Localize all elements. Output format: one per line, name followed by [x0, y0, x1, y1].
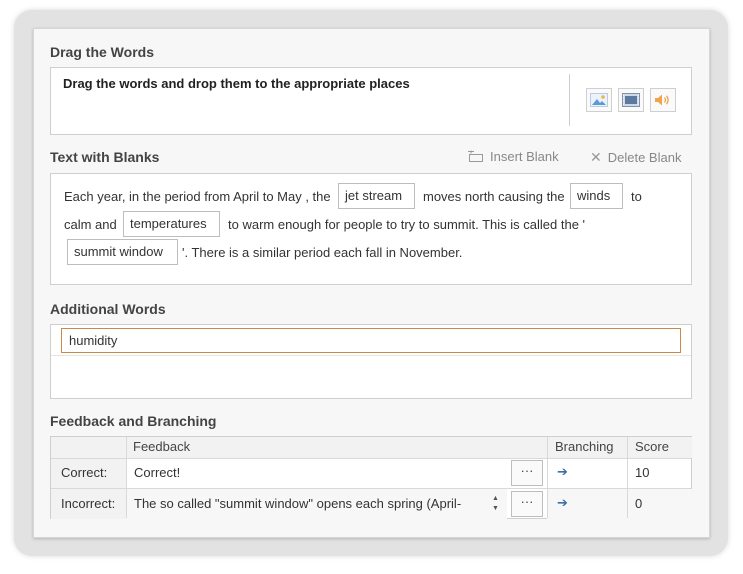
toolbar-divider	[569, 74, 570, 126]
audio-icon[interactable]	[650, 88, 676, 112]
text-editor[interactable]: Each year, in the period from April to M…	[50, 173, 692, 285]
score-column-header: Score	[627, 437, 692, 458]
row-label-incorrect: Incorrect:	[51, 489, 126, 519]
blank-summit-window[interactable]: summit window	[67, 239, 178, 265]
image-icon[interactable]	[586, 88, 612, 112]
incorrect-feedback-more-button[interactable]: ···	[511, 491, 543, 517]
grid-line	[51, 458, 691, 459]
text-segment: to warm enough for people to try to summ…	[228, 217, 586, 232]
additional-words-list: humidity	[50, 324, 692, 399]
delete-blank-button[interactable]: ✕ Delete Blank	[590, 149, 681, 166]
feedback-column-header: Feedback	[126, 437, 547, 458]
instruction-box[interactable]: Drag the words and drop them to the appr…	[50, 67, 692, 135]
incorrect-feedback-field[interactable]: The so called "summit window" opens each…	[126, 489, 481, 519]
correct-feedback-more-button[interactable]: ···	[511, 460, 543, 486]
text-segment: '. There is a similar period each fall i…	[182, 245, 463, 260]
table-header-blank	[51, 437, 126, 458]
close-icon: ✕	[590, 149, 602, 165]
insert-blank-icon	[468, 150, 483, 162]
incorrect-score-field[interactable]: 0	[627, 489, 692, 519]
feedback-title: Feedback and Branching	[50, 413, 217, 429]
text-segment: Each year, in the period from April to M…	[64, 189, 331, 204]
blank-temperatures[interactable]: temperatures	[123, 211, 220, 237]
text-segment: to	[631, 189, 642, 204]
blank-winds[interactable]: winds	[570, 183, 623, 209]
additional-word-input[interactable]: humidity	[61, 328, 681, 353]
question-editor-panel: Drag the Words Drag the words and drop t…	[33, 28, 710, 538]
delete-blank-label: Delete Blank	[607, 150, 682, 165]
correct-branching-arrow-icon[interactable]: ➔	[557, 464, 568, 480]
drag-words-title: Drag the Words	[50, 44, 154, 60]
insert-blank-label: Insert Blank	[490, 149, 559, 164]
grid-line	[547, 437, 548, 518]
grid-line	[51, 488, 691, 489]
correct-feedback-field[interactable]: Correct!	[126, 458, 506, 488]
additional-words-title: Additional Words	[50, 301, 166, 317]
text-segment: moves north causing the	[423, 189, 565, 204]
scroll-up-icon[interactable]: ▲	[492, 495, 499, 502]
insert-blank-button[interactable]: Insert Blank	[467, 149, 559, 164]
instruction-text[interactable]: Drag the words and drop them to the appr…	[63, 76, 410, 91]
text-segment: calm and	[64, 217, 117, 232]
branching-column-header: Branching	[547, 437, 627, 458]
video-icon[interactable]	[618, 88, 644, 112]
blank-jet-stream[interactable]: jet stream	[338, 183, 415, 209]
incorrect-branching-arrow-icon[interactable]: ➔	[557, 495, 568, 511]
grid-line	[126, 437, 127, 518]
row-label-correct: Correct:	[51, 458, 126, 488]
list-divider	[51, 355, 691, 356]
grid-line	[627, 437, 628, 518]
text-blanks-title: Text with Blanks	[50, 149, 160, 165]
correct-score-field[interactable]: 10	[627, 458, 692, 488]
feedback-table: Feedback Branching Score Correct: Correc…	[50, 436, 692, 519]
feedback-scroll-area: ▲ ▼	[481, 489, 507, 519]
scroll-down-icon[interactable]: ▼	[492, 505, 499, 512]
